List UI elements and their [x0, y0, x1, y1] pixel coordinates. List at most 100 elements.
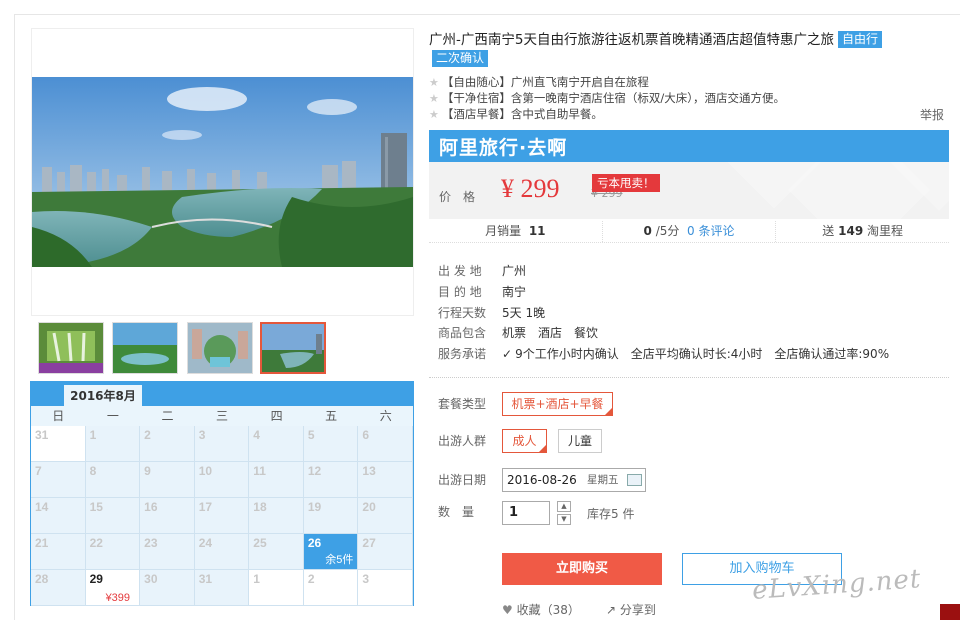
- quantity-up-button[interactable]: ▲: [557, 501, 571, 512]
- day-price: ¥399: [105, 592, 131, 604]
- calendar-day: 18: [249, 498, 304, 534]
- calendar-day: 10: [194, 462, 250, 498]
- weekday-sat: 六: [379, 409, 392, 423]
- price-box: 阿里旅行·去啊 价 格 ¥ 299 ¥ 299 亏本甩卖！: [429, 130, 949, 219]
- calendar-day: 2: [303, 570, 359, 606]
- quantity-down-button[interactable]: ▼: [557, 514, 571, 525]
- star-icon: ★: [429, 108, 439, 121]
- promo-badge: 亏本甩卖！: [592, 174, 660, 192]
- stats-bar: 月销量 11 0 /5分 0 条评论 送 149 淘里程: [429, 221, 949, 243]
- child-option[interactable]: 儿童: [558, 429, 602, 453]
- calendar-day: 22: [85, 534, 141, 570]
- thumbnail-4[interactable]: [260, 322, 326, 374]
- availability-calendar: 2016年8月 日 一 二 三 四 五 六 31 1 2 3 4 5 6 7 8…: [30, 381, 414, 606]
- calendar-day: 6: [358, 426, 413, 462]
- calendar-day: 20: [358, 498, 413, 534]
- brand-logo: 阿里旅行·去啊: [439, 137, 568, 159]
- calendar-day: 28: [31, 570, 86, 606]
- top-divider: [14, 14, 960, 15]
- calendar-day: 2: [140, 426, 195, 462]
- star-icon: ★: [429, 76, 439, 89]
- weekday-value: 星期五: [587, 474, 619, 486]
- product-title: 广州-广西南宁5天自由行旅游往返机票首晚精通酒店超值特惠广之旅 自由行: [429, 30, 929, 51]
- calendar-day: 1: [249, 570, 304, 606]
- stock-text: 库存5 件: [587, 507, 635, 521]
- main-image-frame: [31, 28, 414, 316]
- calendar-day: 5: [303, 426, 359, 462]
- calendar-day: 24: [194, 534, 250, 570]
- main-photo: [32, 77, 413, 267]
- monthly-sales: 月销量 11: [485, 224, 546, 238]
- stock-note: 余5件: [325, 554, 354, 566]
- feature-item: ★ 【干净住宿】含第一晚南宁酒店住宿（标双/大床），酒店交通方便。: [429, 91, 785, 105]
- points: 送 149 淘里程: [775, 221, 949, 242]
- thumbnail-2[interactable]: [112, 322, 178, 374]
- calendar-day-available[interactable]: 29 ¥399: [85, 570, 141, 606]
- rating: 0 /5分 0 条评论: [601, 221, 776, 242]
- heart-icon: ♥: [502, 603, 513, 617]
- weekday-wed: 三: [216, 409, 229, 423]
- reviews-link[interactable]: 0 条评论: [687, 224, 734, 238]
- calendar-day: 23: [140, 534, 195, 570]
- calendar-icon[interactable]: [627, 474, 642, 486]
- thumbnail-strip: [31, 322, 414, 378]
- calendar-day: 17: [194, 498, 250, 534]
- quantity-label: 数 量: [438, 505, 475, 519]
- divider: [429, 377, 949, 378]
- calendar-day: 13: [358, 462, 413, 498]
- brand-banner: 阿里旅行·去啊: [429, 130, 949, 162]
- calendar-day: 7: [31, 462, 86, 498]
- confirm-tag: 二次确认: [432, 50, 489, 67]
- calendar-day: 16: [140, 498, 195, 534]
- favorite-button[interactable]: ♥ 收藏（38）: [502, 601, 580, 618]
- feature-item: ★ 【酒店早餐】含中式自助早餐。: [429, 107, 603, 121]
- calendar-day-selected[interactable]: 26 余5件: [303, 534, 359, 570]
- date-input[interactable]: 2016-08-26 星期五: [502, 468, 646, 492]
- calendar-day: 4: [249, 426, 304, 462]
- feature-item: ★ 【自由随心】广州直飞南宁开启自在旅程: [429, 75, 649, 89]
- calendar-day: 27: [358, 534, 413, 570]
- calendar-day: 19: [303, 498, 359, 534]
- calendar-day: 31: [194, 570, 250, 606]
- free-travel-tag: 自由行: [837, 31, 882, 48]
- calendar-day: 30: [140, 570, 195, 606]
- calendar-day: 3: [194, 426, 250, 462]
- calendar-day: 31: [31, 426, 86, 462]
- weekday-fri: 五: [325, 409, 338, 423]
- date-value: 2016-08-26: [507, 473, 577, 487]
- share-icon: ↗: [606, 603, 617, 617]
- calendar-weekday-row: 日 一 二 三 四 五 六: [31, 406, 413, 426]
- weekday-mon: 一: [106, 409, 119, 423]
- corner-widget[interactable]: [940, 604, 960, 620]
- share-button[interactable]: ↗ 分享到: [606, 601, 656, 618]
- thumbnail-3[interactable]: [187, 322, 253, 374]
- left-divider: [14, 14, 15, 620]
- package-option[interactable]: 机票+酒店+早餐: [502, 392, 613, 416]
- buy-now-button[interactable]: 立即购买: [502, 553, 662, 585]
- thumbnail-1[interactable]: [38, 322, 104, 374]
- quantity-input[interactable]: 1: [502, 501, 550, 525]
- people-label: 出游人群: [438, 434, 487, 448]
- weekday-tue: 二: [161, 409, 174, 423]
- adult-option[interactable]: 成人: [502, 429, 547, 453]
- star-icon: ★: [429, 92, 439, 105]
- report-link[interactable]: 举报: [920, 106, 944, 123]
- calendar-grid: 31 1 2 3 4 5 6 7 8 9 10 11 12 13 14 15 1…: [31, 426, 413, 606]
- calendar-day: 15: [85, 498, 141, 534]
- current-price: ¥ 299: [501, 174, 560, 203]
- calendar-day: 8: [85, 462, 141, 498]
- calendar-day: 14: [31, 498, 86, 534]
- calendar-day: 12: [303, 462, 359, 498]
- calendar-day: 3: [358, 570, 413, 606]
- package-label: 套餐类型: [438, 397, 487, 411]
- date-label: 出游日期: [438, 473, 487, 487]
- check-icon: ✓: [502, 347, 513, 361]
- calendar-month[interactable]: 2016年8月: [64, 385, 142, 407]
- product-title-text: 广州-广西南宁5天自由行旅游往返机票首晚精通酒店超值特惠广之旅: [429, 32, 834, 48]
- weekday-thu: 四: [270, 409, 283, 423]
- calendar-day: 25: [249, 534, 304, 570]
- calendar-day: 9: [140, 462, 195, 498]
- calendar-day: 21: [31, 534, 86, 570]
- calendar-day: 1: [85, 426, 141, 462]
- price-label: 价 格: [439, 190, 476, 204]
